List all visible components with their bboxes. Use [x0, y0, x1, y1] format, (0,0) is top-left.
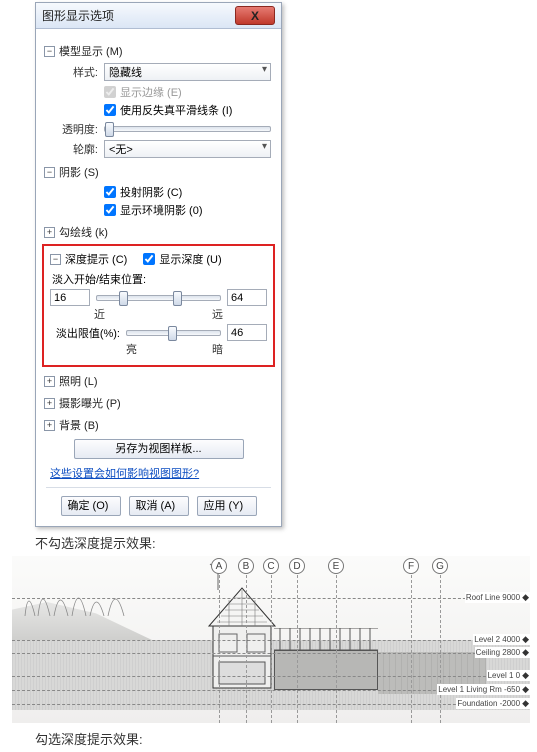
light-dark-labels: 亮暗 [126, 341, 223, 357]
checkbox-icon [104, 86, 116, 98]
caption-with-depth: 勾选深度提示效果: [35, 729, 537, 748]
section-sketchy-lines[interactable]: + 勾绘线 (k) [44, 224, 271, 240]
section-lighting[interactable]: + 照明 (L) [44, 373, 271, 389]
fade-position-label: 淡入开始/结束位置: [52, 271, 267, 287]
level-label: Foundation -2000 [456, 698, 530, 709]
expand-icon: + [44, 376, 55, 387]
transparency-slider[interactable] [104, 126, 271, 132]
level-line [12, 690, 506, 691]
caption-no-depth: 不勾选深度提示效果: [35, 533, 537, 552]
grid-bubble: C [263, 558, 279, 574]
checkbox-icon[interactable] [104, 104, 116, 116]
slider-thumb[interactable] [168, 326, 177, 341]
help-link[interactable]: 这些设置会如何影响视图图形? [50, 465, 199, 481]
section-model-display[interactable]: − 模型显示 (M) [44, 43, 271, 59]
row-silhouette: 轮廓: <无> [46, 140, 271, 158]
level-label: Level 1 0 [487, 670, 530, 681]
dialog-title: 图形显示选项 [42, 7, 114, 24]
cast-shadows-checkbox[interactable]: 投射阴影 (C) [104, 184, 271, 200]
level-line [12, 640, 506, 641]
grid-bubble: G [432, 558, 448, 574]
apply-button[interactable]: 应用 (Y) [197, 496, 257, 516]
checkbox-icon[interactable] [104, 204, 116, 216]
basement-block [274, 650, 378, 690]
slider-thumb-start[interactable] [119, 291, 128, 306]
fade-limit-label: 淡出限值(%): [50, 325, 120, 341]
fade-end-input[interactable]: 64 [227, 289, 267, 306]
level-label: Level 1 Living Rm -650 [437, 684, 530, 695]
level-line [12, 598, 506, 599]
ambient-shadows-checkbox[interactable]: 显示环境阴影 (0) [104, 202, 271, 218]
ok-button[interactable]: 确定 (O) [61, 496, 121, 516]
grid-bubble: F [403, 558, 419, 574]
collapse-icon: − [44, 46, 55, 57]
house-section [207, 586, 277, 690]
grid-bubble: A [211, 558, 227, 574]
depth-cueing-group: − 深度提示 (C) 显示深度 (U) 淡入开始/结束位置: 16 64 近远 … [42, 244, 275, 367]
fade-start-input[interactable]: 16 [50, 289, 90, 306]
collapse-icon: − [44, 167, 55, 178]
level-label: Level 2 4000 [473, 634, 530, 645]
dialog-body: − 模型显示 (M) 样式: 隐藏线 显示边缘 (E) 使用反失真平滑线条 (I… [36, 29, 281, 526]
silhouette-label: 轮廓: [46, 141, 98, 157]
fade-limit-input[interactable]: 46 [227, 324, 267, 341]
smooth-lines-checkbox[interactable]: 使用反失真平滑线条 (I) [104, 102, 271, 118]
close-icon: X [251, 9, 259, 23]
row-style: 样式: 隐藏线 [46, 63, 271, 81]
grid-bubble: B [238, 558, 254, 574]
show-edges-checkbox: 显示边缘 (E) [104, 84, 271, 100]
level-line [12, 676, 506, 677]
slider-thumb-end[interactable] [173, 291, 182, 306]
cancel-button[interactable]: 取消 (A) [129, 496, 189, 516]
section-depth-cueing[interactable]: − 深度提示 (C) 显示深度 (U) [50, 251, 267, 267]
close-button[interactable]: X [235, 6, 275, 25]
level-line [12, 704, 506, 705]
trees-icon [20, 576, 140, 616]
save-as-template-button[interactable]: 另存为视图样板... [74, 439, 244, 459]
level-line [12, 653, 506, 654]
expand-icon: + [44, 398, 55, 409]
expand-icon: + [44, 420, 55, 431]
fade-limit-row: 淡出限值(%): 46 [50, 324, 267, 341]
row-transparency: 透明度: [46, 121, 271, 137]
near-far-labels: 近远 [94, 306, 223, 322]
silhouette-select[interactable]: <无> [104, 140, 271, 158]
style-select[interactable]: 隐藏线 [104, 63, 271, 81]
fade-position-row: 16 64 [50, 289, 267, 306]
grid-bubble: D [289, 558, 305, 574]
fade-position-slider[interactable] [96, 295, 221, 301]
checkbox-icon[interactable] [104, 186, 116, 198]
transparency-label: 透明度: [46, 121, 98, 137]
footer-buttons: 确定 (O) 取消 (A) 应用 (Y) [46, 487, 271, 516]
level-label: Ceiling 2800 [475, 647, 530, 658]
graphic-display-options-dialog: 图形显示选项 X − 模型显示 (M) 样式: 隐藏线 显示边缘 (E) 使用反… [35, 2, 282, 527]
section-background[interactable]: + 背景 (B) [44, 417, 271, 433]
section-exposure[interactable]: + 摄影曝光 (P) [44, 395, 271, 411]
style-label: 样式: [46, 64, 98, 80]
titlebar[interactable]: 图形显示选项 X [36, 3, 281, 29]
expand-icon: + [44, 227, 55, 238]
section-shadows[interactable]: − 阴影 (S) [44, 164, 271, 180]
collapse-icon: − [50, 254, 61, 265]
show-depth-checkbox[interactable] [143, 253, 155, 265]
fade-limit-slider[interactable] [126, 330, 221, 336]
section-preview-figure: ABCD E FG Roof Line 9000 Level 2 4000 Ceiling… [12, 556, 530, 723]
grid-bubble: E [328, 558, 344, 574]
section-label: 模型显示 (M) [59, 43, 123, 59]
railing [274, 628, 378, 650]
level-label: Roof Line 9000 [465, 592, 530, 603]
save-template-row: 另存为视图样板... [46, 439, 271, 459]
